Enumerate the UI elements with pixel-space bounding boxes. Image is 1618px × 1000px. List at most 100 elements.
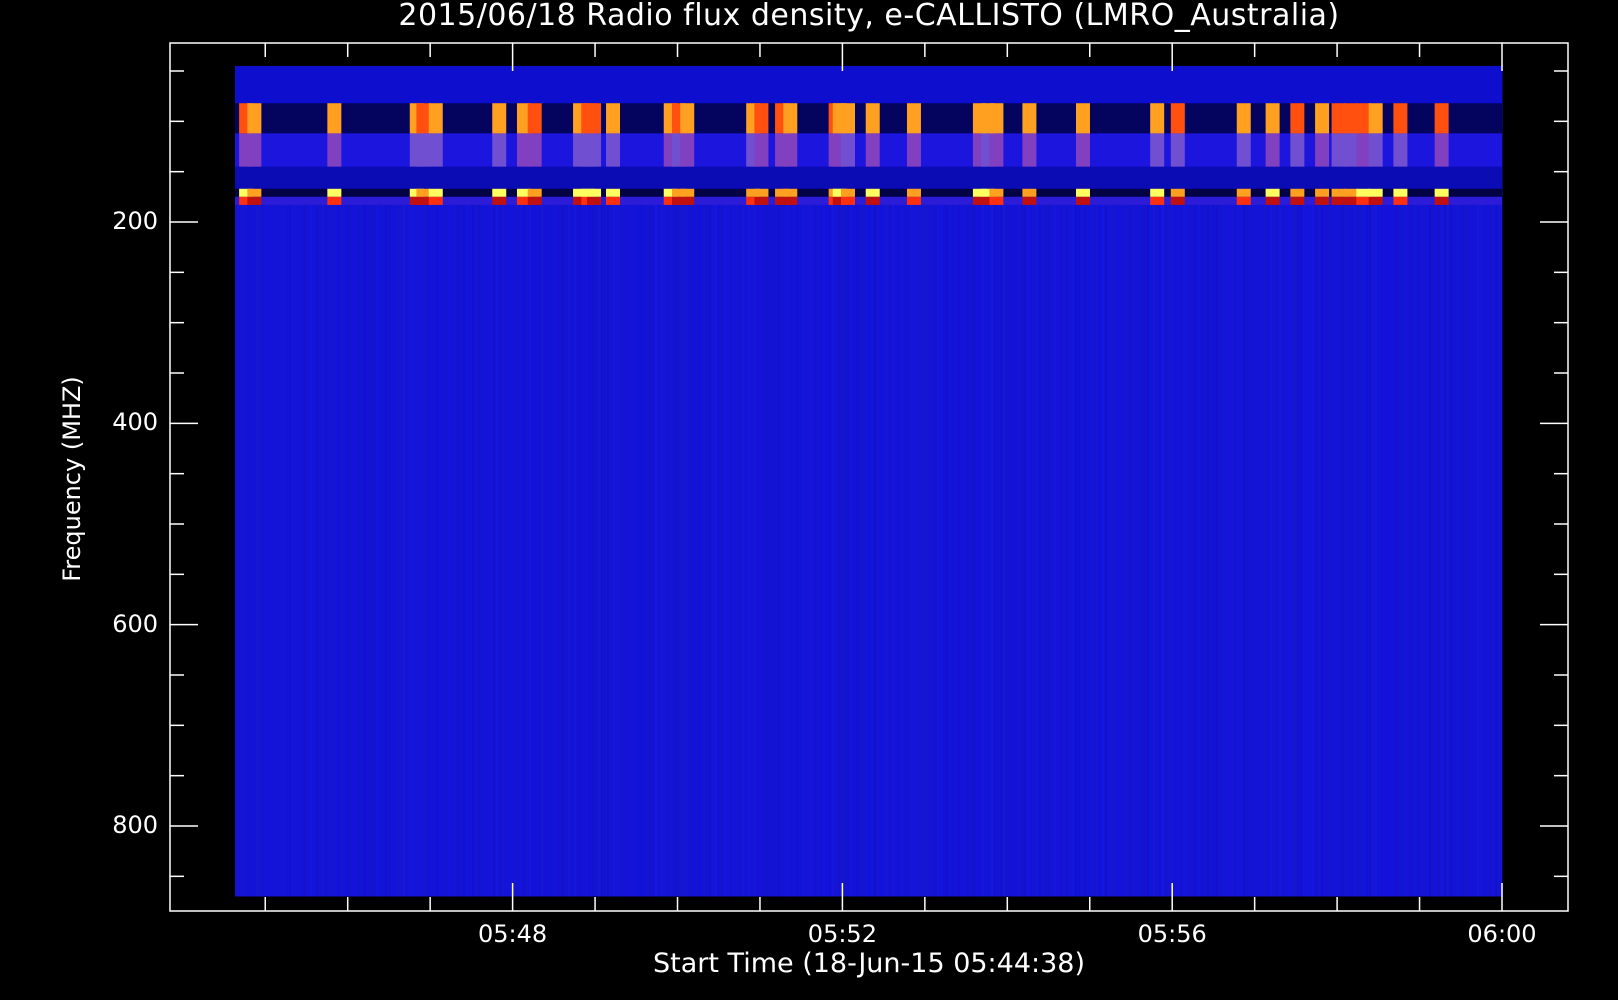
burst-mark	[1170, 133, 1185, 167]
x-tick-label: 05:56	[1137, 920, 1207, 948]
burst-mark	[1368, 103, 1383, 134]
burst-mark	[606, 196, 621, 205]
burst-mark	[492, 133, 507, 167]
burst-mark	[247, 133, 262, 167]
burst-mark	[1236, 188, 1251, 197]
burst-mark	[247, 188, 262, 197]
burst-mark	[492, 188, 507, 197]
burst-mark	[1343, 188, 1358, 197]
frequency-band	[235, 166, 1502, 189]
burst-mark	[1170, 188, 1185, 197]
burst-mark	[1356, 133, 1371, 167]
burst-mark	[841, 196, 856, 205]
burst-mark	[247, 196, 262, 205]
burst-mark	[754, 188, 769, 197]
burst-mark	[1368, 196, 1383, 205]
x-tick-label: 05:48	[478, 920, 548, 948]
burst-mark	[247, 103, 262, 134]
burst-mark	[989, 196, 1004, 205]
chart-title: 2015/06/18 Radio flux density, e-CALLIST…	[398, 0, 1340, 33]
burst-mark	[1393, 103, 1408, 134]
burst-mark	[428, 196, 443, 205]
y-tick-label: 400	[112, 408, 158, 437]
burst-mark	[754, 103, 769, 134]
burst-mark	[841, 103, 856, 134]
burst-mark	[906, 103, 921, 134]
spectrogram-chart	[0, 0, 1618, 1000]
burst-mark	[327, 188, 342, 197]
burst-mark	[416, 196, 431, 205]
burst-mark	[1331, 188, 1346, 197]
burst-mark	[1150, 188, 1165, 197]
burst-mark	[327, 196, 342, 205]
burst-mark	[1022, 103, 1037, 134]
burst-mark	[1170, 103, 1185, 134]
burst-mark	[1022, 188, 1037, 197]
burst-mark	[428, 103, 443, 134]
burst-mark	[1356, 188, 1371, 197]
burst-mark	[527, 133, 542, 167]
burst-mark	[1343, 133, 1358, 167]
burst-mark	[606, 133, 621, 167]
burst-mark	[1343, 103, 1358, 134]
burst-mark	[1265, 103, 1280, 134]
heatmap-area	[235, 65, 1503, 897]
burst-mark	[428, 133, 443, 167]
burst-mark	[906, 133, 921, 167]
burst-mark	[1236, 196, 1251, 205]
burst-mark	[1315, 103, 1330, 134]
burst-mark	[527, 188, 542, 197]
burst-mark	[1434, 133, 1449, 167]
burst-mark	[680, 103, 695, 134]
y-tick-label: 600	[112, 609, 158, 638]
burst-mark	[1331, 103, 1346, 134]
burst-mark	[1265, 188, 1280, 197]
burst-mark	[680, 133, 695, 167]
burst-mark	[1434, 103, 1449, 134]
burst-mark	[1236, 133, 1251, 167]
burst-mark	[841, 188, 856, 197]
burst-mark	[327, 103, 342, 134]
burst-mark	[1150, 133, 1165, 167]
burst-mark	[1290, 196, 1305, 205]
burst-mark	[865, 196, 880, 205]
burst-mark	[1075, 103, 1090, 134]
burst-mark	[1343, 196, 1358, 205]
burst-mark	[1315, 196, 1330, 205]
burst-mark	[606, 188, 621, 197]
x-tick-label: 06:00	[1467, 920, 1537, 948]
burst-mark	[1356, 196, 1371, 205]
burst-mark	[906, 196, 921, 205]
burst-mark	[1290, 133, 1305, 167]
burst-mark	[1434, 196, 1449, 205]
burst-mark	[1368, 133, 1383, 167]
burst-mark	[1290, 103, 1305, 134]
burst-mark	[416, 188, 431, 197]
burst-mark	[754, 133, 769, 167]
burst-mark	[428, 188, 443, 197]
y-tick-label: 200	[112, 207, 158, 235]
x-tick-label: 05:52	[807, 920, 877, 948]
burst-mark	[783, 188, 798, 197]
burst-mark	[754, 196, 769, 205]
burst-mark	[416, 133, 431, 167]
burst-mark	[1290, 188, 1305, 197]
burst-mark	[680, 196, 695, 205]
burst-mark	[606, 103, 621, 134]
burst-mark	[587, 133, 602, 167]
burst-mark	[1075, 196, 1090, 205]
y-tick-label: 800	[112, 811, 158, 839]
burst-mark	[327, 133, 342, 167]
burst-mark	[865, 103, 880, 134]
burst-mark	[416, 103, 431, 134]
burst-mark	[865, 133, 880, 167]
burst-mark	[1150, 196, 1165, 205]
burst-mark	[1393, 188, 1408, 197]
burst-mark	[1393, 133, 1408, 167]
burst-mark	[1356, 103, 1371, 134]
burst-mark	[1315, 188, 1330, 197]
burst-mark	[587, 188, 602, 197]
y-axis-label: Frequency (MHZ)	[58, 376, 86, 582]
burst-mark	[1075, 133, 1090, 167]
burst-mark	[989, 188, 1004, 197]
